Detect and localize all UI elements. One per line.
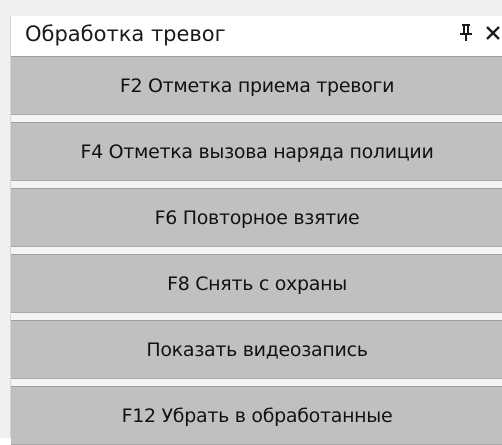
- re-arm-button[interactable]: F6 Повторное взятие: [11, 188, 502, 247]
- show-video-recording-button[interactable]: Показать видеозапись: [11, 320, 502, 379]
- mark-alarm-received-button[interactable]: F2 Отметка приема тревоги: [11, 56, 502, 115]
- close-icon[interactable]: [483, 21, 502, 43]
- action-label: F6 Повторное взятие: [154, 206, 360, 229]
- alarm-processing-panel: Обработка тревог F2 Отметка приема трево…: [0, 0, 502, 445]
- disarm-button[interactable]: F8 Снять с охраны: [11, 254, 502, 313]
- action-label: Показать видеозапись: [146, 338, 368, 361]
- action-label: F12 Убрать в обработанные: [121, 404, 393, 427]
- mark-police-called-button[interactable]: F4 Отметка вызова наряда полиции: [11, 122, 502, 181]
- action-label: F4 Отметка вызова наряда полиции: [80, 140, 434, 163]
- panel-title: Обработка тревог: [25, 22, 226, 46]
- pin-icon[interactable]: [457, 20, 475, 44]
- action-label: F2 Отметка приема тревоги: [119, 74, 395, 97]
- action-label: F8 Снять с охраны: [167, 272, 347, 295]
- panel-titlebar: Обработка тревог: [10, 16, 502, 56]
- move-to-processed-button[interactable]: F12 Убрать в обработанные: [11, 386, 502, 445]
- action-button-list: F2 Отметка приема тревоги F4 Отметка выз…: [10, 56, 502, 445]
